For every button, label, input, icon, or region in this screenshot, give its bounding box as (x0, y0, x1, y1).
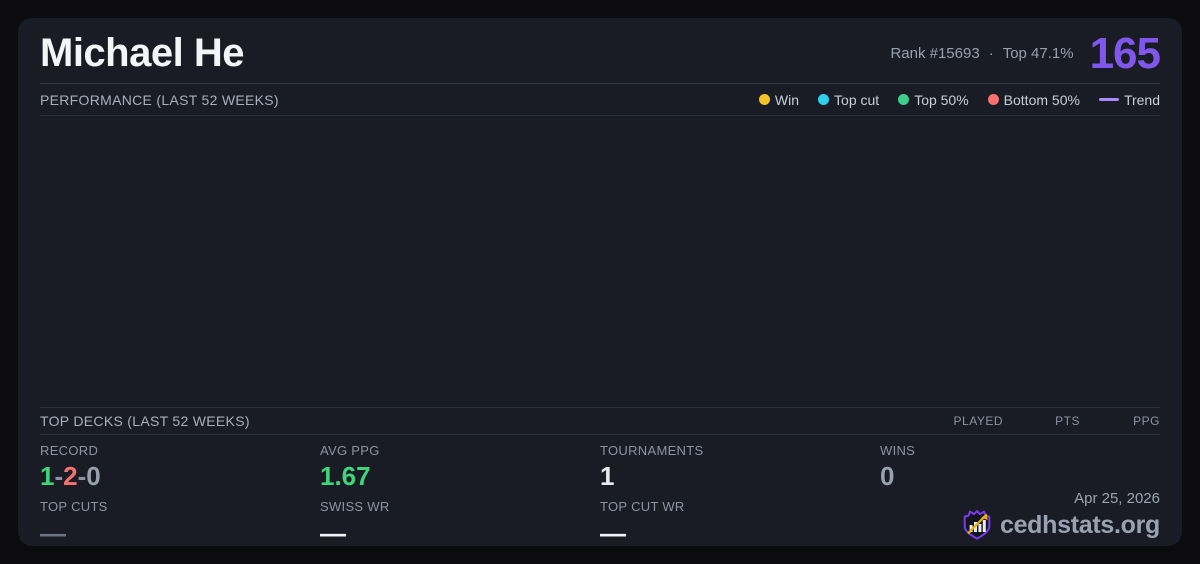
avg-ppg-label: AVG PPG (320, 443, 380, 458)
top-decks-columns: PLAYED PTS PPG (941, 414, 1160, 428)
top-cut-wr-value: — (600, 518, 626, 549)
stat-tournaments: TOURNAMENTS 1 TOP CUT WR — (600, 443, 880, 546)
rank-score-block: Rank #15693 · Top 47.1% 165 (890, 28, 1161, 78)
legend-label: Bottom 50% (1003, 91, 1080, 108)
legend-label: Trend (1123, 91, 1160, 108)
card-footer: Apr 25, 2026 cedhstats.org (962, 489, 1160, 541)
win-dot-icon (758, 94, 770, 105)
chart-legend: Win Top cut Top 50% Bottom 50% Trend (758, 91, 1160, 108)
legend-item-win: Win (758, 91, 800, 108)
legend-item-top-50: Top 50% (898, 91, 969, 108)
stats-grid: RECORD 1-2-0 TOP CUTS — AVG PPG 1.67 SWI… (40, 435, 1160, 546)
legend-label: Top 50% (914, 91, 969, 108)
top-cuts-value: — (40, 518, 66, 549)
record-separator: - (54, 461, 64, 491)
column-ppg: PPG (1133, 414, 1160, 428)
top-decks-title: TOP DECKS (LAST 52 WEEKS) (40, 413, 250, 429)
player-score: 165 (1089, 28, 1161, 78)
bottom-50-dot-icon (987, 94, 999, 105)
record-separator: - (77, 461, 87, 491)
column-played: PLAYED (953, 414, 1003, 428)
record-value: 1-2-0 (40, 461, 320, 491)
legend-item-trend: Trend (1098, 91, 1160, 108)
legend-label: Top cut (834, 91, 880, 108)
player-name: Michael He (40, 31, 244, 75)
top-50-dot-icon (898, 94, 910, 105)
trend-line-icon (1098, 98, 1119, 101)
legend-label: Win (774, 91, 800, 108)
player-stats-card: Michael He Rank #15693 · Top 47.1% 165 P… (18, 18, 1182, 546)
cedhstats-shield-logo-icon (963, 510, 991, 540)
top-percent-label: Top 47.1% (1002, 45, 1074, 62)
rank-label: Rank #15693 (890, 45, 980, 62)
dot-separator: · (988, 45, 994, 62)
wins-label: WINS (880, 443, 916, 458)
record-wins: 1 (40, 461, 55, 491)
stat-record: RECORD 1-2-0 TOP CUTS — (40, 443, 320, 546)
card-header: Michael He Rank #15693 · Top 47.1% 165 (40, 18, 1161, 83)
top-decks-header: TOP DECKS (LAST 52 WEEKS) PLAYED PTS PPG (40, 408, 1160, 434)
top-cuts-label: TOP CUTS (40, 499, 108, 515)
legend-item-bottom-50: Bottom 50% (987, 91, 1080, 108)
tournaments-label: TOURNAMENTS (600, 443, 704, 458)
avg-ppg-value: 1.67 (320, 461, 371, 491)
performance-title: PERFORMANCE (LAST 52 WEEKS) (40, 91, 279, 108)
rank-line: Rank #15693 · Top 47.1% (890, 45, 1073, 62)
performance-chart (40, 116, 1160, 407)
swiss-wr-label: SWISS WR (320, 499, 390, 515)
brand-link[interactable]: cedhstats.org (962, 509, 1160, 541)
wins-value: 0 (880, 461, 895, 491)
record-losses: 2 (63, 461, 78, 491)
column-pts: PTS (1055, 414, 1080, 428)
top-cut-wr-label: TOP CUT WR (600, 499, 685, 515)
tournaments-value: 1 (600, 461, 615, 491)
stat-avg-ppg: AVG PPG 1.67 SWISS WR — (320, 443, 600, 546)
record-label: RECORD (40, 443, 99, 458)
performance-header: PERFORMANCE (LAST 52 WEEKS) Win Top cut … (40, 84, 1160, 115)
top-cut-dot-icon (818, 94, 830, 105)
record-draws: 0 (86, 461, 101, 491)
legend-item-top-cut: Top cut (818, 92, 879, 108)
generated-date: Apr 25, 2026 (1074, 490, 1160, 507)
swiss-wr-value: — (320, 518, 346, 549)
brand-text: cedhstats.org (999, 510, 1160, 539)
